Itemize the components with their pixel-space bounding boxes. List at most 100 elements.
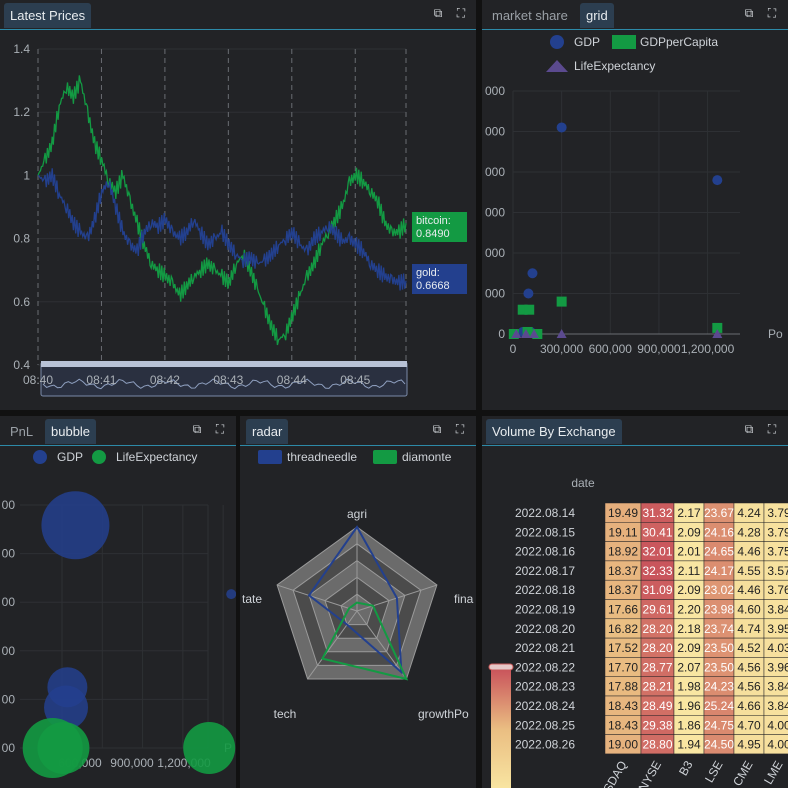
heatmap-cell-value: 31.09 <box>642 583 672 597</box>
heatmap-row-label: 2022.08.14 <box>515 506 575 520</box>
heatmap-cell-value: 4.95 <box>737 738 761 752</box>
heatmap-cell-value: 3.75 <box>767 545 788 559</box>
volume-heatmap: date 2022.08.14 19.49 31.32 2.17 23.67 4.24 3.7… <box>488 476 788 788</box>
heatmap-col-label: LSE <box>702 758 725 785</box>
heatmap-row-label: 2022.08.17 <box>515 564 575 578</box>
datazoom-handle-bar <box>41 361 407 367</box>
heatmap-cell-value: 29.61 <box>642 603 672 617</box>
heatmap-cell-value: 24.16 <box>704 525 734 539</box>
heatmap-cell-value: 4.56 <box>737 680 761 694</box>
y-tick-label: 1.2 <box>13 105 30 119</box>
heatmap-cell-value: 32.01 <box>642 545 672 559</box>
external-link-icon[interactable]: ⧉ <box>742 6 756 20</box>
x-tick-label: 900,000 <box>637 342 681 356</box>
grid-scatter-chart: GDP GDPperCapitaLifeExpectancy00000000000… <box>485 35 783 356</box>
heatmap-cell-value: 3.76 <box>767 583 788 597</box>
heatmap-cell-value: 3.84 <box>767 680 788 694</box>
gdp-point <box>712 175 723 186</box>
legend-swatch-diamonte <box>373 450 397 464</box>
external-link-icon[interactable]: ⧉ <box>430 422 444 436</box>
x-tick-label: 08:41 <box>86 373 116 387</box>
heatmap-cell-value: 29.38 <box>642 718 672 732</box>
x-tick-label: 08:45 <box>340 373 370 387</box>
x-tick-label: 08:44 <box>277 373 307 387</box>
expand-icon[interactable]: ⛶ <box>453 422 467 436</box>
heatmap-cell-value: 28.20 <box>642 622 672 636</box>
heatmap-cell-value: 18.43 <box>608 718 638 732</box>
x-tick-label: 900,000 <box>110 756 154 770</box>
heatmap-row-label: 2022.08.15 <box>515 525 575 539</box>
heatmap-col-label: NYSE <box>636 758 664 788</box>
heatmap-cell-value: 28.49 <box>642 699 672 713</box>
heatmap-row-label: 2022.08.26 <box>515 738 575 752</box>
heatmap-cell-value: 3.84 <box>767 603 788 617</box>
y-tick-label: 000 <box>485 165 505 179</box>
gdp-bubble <box>226 589 236 600</box>
x-tick-label: 600,000 <box>589 342 633 356</box>
tab-latest-prices[interactable]: Latest Prices <box>4 3 92 28</box>
heatmap-cell-value: 2.09 <box>677 583 701 597</box>
y-tick-label: 000 <box>485 287 505 301</box>
heatmap-cell-value: 17.88 <box>608 680 638 694</box>
tab-radar[interactable]: radar <box>246 419 289 444</box>
legend-label: LifeExpectancy <box>116 450 197 464</box>
heatmap-cell-value: 18.37 <box>608 583 638 597</box>
heatmap-cell-value: 16.82 <box>608 622 638 636</box>
heatmap-row-label: 2022.08.23 <box>515 680 575 694</box>
heatmap-cell-value: 4.24 <box>737 506 761 520</box>
heatmap-cell-value: 17.70 <box>608 660 638 674</box>
visualmap-bar <box>491 667 511 788</box>
radar-indicator-label: agri <box>347 507 367 521</box>
expand-icon[interactable]: ⛶ <box>454 6 468 20</box>
heatmap-cell-value: 24.17 <box>704 564 734 578</box>
heatmap-col-label: LME <box>761 758 785 786</box>
bubble-panel: PnL bubble ⧉ ⛶ GDP LifeExpectancy 00 00 00 00… <box>0 416 236 788</box>
latest-prices-panel: Latest Prices ⧉ ⛶ 1.4 1.2 1 0.8 0.6 0.4 bitcoi… <box>0 0 476 410</box>
series-end-label-value: 0.8490 <box>416 228 450 240</box>
expand-icon[interactable]: ⛶ <box>765 422 779 436</box>
external-link-icon[interactable]: ⧉ <box>190 422 204 436</box>
tab-pnl[interactable]: PnL <box>4 419 39 444</box>
heatmap-cell-value: 19.11 <box>608 525 637 539</box>
tab-bubble[interactable]: bubble <box>45 419 97 444</box>
heatmap-cell-value: 1.96 <box>677 699 701 713</box>
expand-icon[interactable]: ⛶ <box>213 422 227 436</box>
heatmap-cell-value: 4.00 <box>767 738 788 752</box>
radar-indicator-label: tate <box>242 592 262 606</box>
heatmap-cell-value: 23.67 <box>704 506 734 520</box>
gdp-point <box>523 288 534 299</box>
heatmap-row-label: 2022.08.25 <box>515 718 575 732</box>
y-tick-label: 0 <box>498 327 505 341</box>
heatmap-cell-value: 2.17 <box>677 506 701 520</box>
external-link-icon[interactable]: ⧉ <box>742 422 756 436</box>
radar-panel: radar ⧉ ⛶ threadneedle diamonte agri fina gr… <box>240 416 476 788</box>
series-end-label-value: 0.6668 <box>416 280 450 292</box>
heatmap-cell-value: 31.32 <box>642 506 672 520</box>
lifeexpectancy-bubble <box>37 722 90 774</box>
tab-volume-by-exchange[interactable]: Volume By Exchange <box>486 419 622 444</box>
x-tick-label: 08:40 <box>23 373 53 387</box>
volume-panel: Volume By Exchange ⧉ ⛶ date 2022.08.14 19.… <box>482 416 788 788</box>
heatmap-cell-value: 4.46 <box>737 583 761 597</box>
gdppercapita-point <box>556 296 567 307</box>
heatmap-cell-value: 4.55 <box>737 564 761 578</box>
expand-icon[interactable]: ⛶ <box>765 6 779 20</box>
gdppercapita-point <box>524 304 535 315</box>
tab-market-share[interactable]: market share <box>486 3 574 28</box>
legend-label: threadneedle <box>287 450 357 464</box>
y-tick-label: 00 <box>2 595 16 609</box>
gdp-point <box>527 268 538 279</box>
tab-grid[interactable]: grid <box>580 3 614 28</box>
heatmap-cell-value: 3.79 <box>767 506 788 520</box>
heatmap-row-label: 2022.08.16 <box>515 545 575 559</box>
x-tick-label: 1,200,000 <box>681 342 735 356</box>
lifeexpectancy-bubble <box>183 722 236 774</box>
volume-tabbar: Volume By Exchange ⧉ ⛶ <box>482 416 788 446</box>
prices-chart: 1.4 1.2 1 0.8 0.6 0.4 bitcoin:0.8490 gold:0.666… <box>13 42 467 397</box>
external-link-icon[interactable]: ⧉ <box>431 6 445 20</box>
heatmap-cell-value: 28.21 <box>642 680 672 694</box>
heatmap-cell-value: 19.49 <box>608 506 638 520</box>
x-tick-label: 0 <box>510 342 517 356</box>
heatmap-cell-value: 4.46 <box>737 545 761 559</box>
heatmap-cell-value: 4.56 <box>737 660 761 674</box>
